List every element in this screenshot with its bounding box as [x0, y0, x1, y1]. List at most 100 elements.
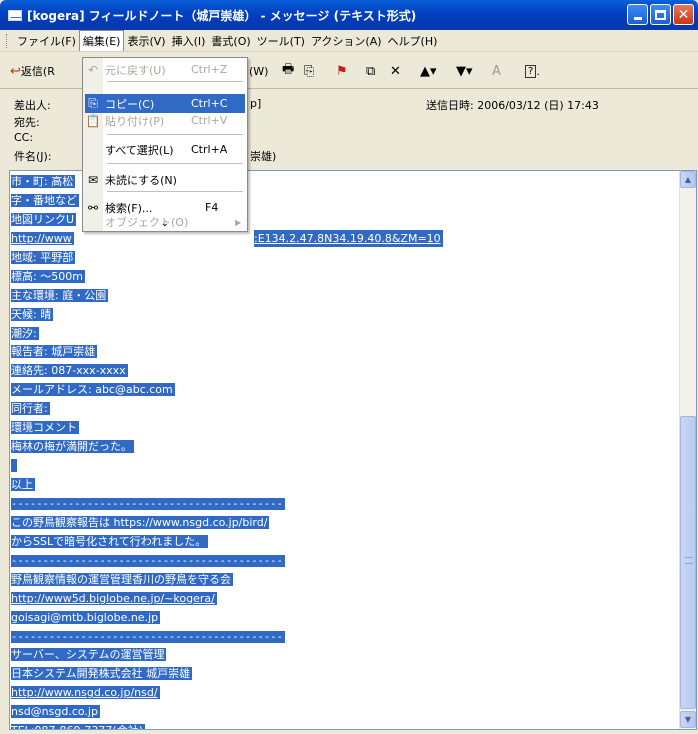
font-size-button[interactable]: A: [492, 61, 501, 81]
menu-help[interactable]: ヘルプ(H): [385, 31, 441, 51]
flag-button[interactable]: ⚑: [336, 61, 348, 81]
from-label: 差出人:: [14, 99, 51, 112]
move-folder-icon: ⧉: [366, 63, 376, 79]
menu-file[interactable]: ファイル(F): [14, 31, 79, 51]
body-line: http://www :E134.2.47.8N34.19.40.8&ZM=10: [11, 229, 443, 249]
undo-shortcut: Ctrl+Z: [191, 63, 228, 76]
help-suffix: .: [536, 64, 540, 78]
menu-mark-unread[interactable]: ✉ 未読にする(N): [85, 170, 245, 189]
body-line-text: 報告者: 城戸崇雄: [11, 345, 98, 359]
menu-insert[interactable]: 挿入(I): [169, 31, 209, 51]
edit-menu: ↶ 元に戻す(U) Ctrl+Z ⎘ コピー(C) Ctrl+C 📋 貼り付け(…: [82, 57, 248, 232]
body-line-text: [11, 459, 17, 473]
scroll-up-icon: ▲: [684, 175, 692, 184]
body-line-text: メールアドレス: abc@abc.com: [11, 383, 175, 397]
body-line: この野鳥観察報告は https://www.nsgd.co.jp/bird/: [11, 514, 285, 533]
menu-actions[interactable]: アクション(A): [308, 31, 385, 51]
body-line-text[interactable]: http://www: [11, 231, 74, 245]
body-line-text: 同行者:: [11, 402, 50, 416]
menu-undo[interactable]: ↶ 元に戻す(U) Ctrl+Z: [85, 60, 245, 79]
next-item-button[interactable]: ▼▾: [456, 61, 473, 81]
body-line-text: 標高: ～500m: [11, 269, 85, 283]
body-line: 潮汐:: [11, 325, 285, 344]
envelope-icon: ✉: [87, 172, 99, 187]
subject-value: 崇雄): [250, 150, 277, 163]
menu-separator: [107, 191, 243, 192]
down-arrow-icon: ▼▾: [456, 63, 473, 79]
body-line: サーバー、システムの運営管理: [11, 646, 285, 665]
up-arrow-icon: ▲▾: [420, 63, 437, 79]
body-line-text: 日本システム開発株式会社 城戸崇雄: [11, 667, 193, 681]
previous-item-button[interactable]: ▲▾: [420, 61, 437, 81]
paste-shortcut: Ctrl+V: [191, 114, 228, 127]
menu-tools[interactable]: ツール(T): [254, 31, 308, 51]
scroll-down-button[interactable]: ▼: [680, 711, 696, 728]
delete-button[interactable]: ✕: [390, 61, 401, 81]
move-folder-button[interactable]: ⧉: [366, 61, 375, 81]
scroll-up-button[interactable]: ▲: [680, 171, 696, 188]
menu-grip: [6, 34, 9, 48]
reply-label: 返信(R: [20, 65, 55, 78]
vertical-scrollbar[interactable]: ▲ ▼: [679, 171, 696, 729]
body-line-text: nsd@nsgd.co.jp: [11, 705, 100, 719]
close-icon: ✕: [677, 6, 690, 23]
copy-shortcut: Ctrl+C: [191, 97, 228, 110]
menu-edit[interactable]: 編集(E): [78, 30, 125, 51]
menu-select-all[interactable]: すべて選択(L) Ctrl+A: [85, 140, 245, 159]
delete-icon: ✕: [390, 63, 401, 79]
body-line-text: サーバー、システムの運営管理: [11, 648, 167, 662]
body-line: メールアドレス: abc@abc.com: [11, 381, 285, 400]
window-title: [kogera] フィールドノート（城戸崇雄） - メッセージ (テキスト形式): [27, 8, 417, 23]
paste-label: 貼り付け(P): [105, 114, 165, 128]
body-line-text: 字・番地など: [11, 193, 79, 207]
maximize-icon: [655, 9, 666, 20]
body-line: ----------------------------------------…: [11, 628, 285, 647]
body-line-text[interactable]: http://www.nsgd.co.jp/nsd/: [11, 686, 160, 700]
scroll-down-icon: ▼: [684, 715, 692, 724]
body-line-link-tail[interactable]: :E134.2.47.8N34.19.40.8&ZM=10: [254, 229, 443, 247]
minimize-button[interactable]: [627, 4, 648, 25]
body-line: ----------------------------------------…: [11, 495, 285, 514]
menu-expand-icon[interactable]: ⌄: [83, 218, 247, 229]
body-line-text[interactable]: http://www5d.biglobe.ne.jp/~kogera/: [11, 591, 217, 605]
body-line-text: 野鳥観察情報の運営管理香川の野鳥を守る会: [11, 572, 233, 586]
font-size-icon: A: [492, 63, 501, 79]
body-line-text: ----------------------------------------…: [11, 497, 285, 510]
menu-separator: [107, 81, 243, 82]
scroll-thumb[interactable]: [680, 416, 696, 709]
print-button[interactable]: 🖶: [282, 61, 294, 81]
menu-view[interactable]: 表示(V): [124, 31, 168, 51]
body-line: [11, 457, 285, 476]
body-line: 以上: [11, 476, 285, 495]
maximize-button[interactable]: [650, 4, 671, 25]
body-line-text: TEL:087-869-7377(会社): [11, 724, 146, 729]
help-icon: ?: [525, 64, 537, 78]
body-line: 報告者: 城戸崇雄: [11, 343, 285, 362]
body-line-text: からSSLで暗号化されて行われました。: [11, 534, 209, 548]
copy-icon: ⎘: [304, 63, 315, 79]
body-line: ----------------------------------------…: [11, 552, 285, 571]
body-line-text: 市・町: 高松: [11, 175, 76, 188]
body-line: 野鳥観察情報の運営管理香川の野鳥を守る会: [11, 571, 285, 590]
body-line-text: 梅林の梅が満開だった。: [11, 440, 134, 454]
sent-date: 送信日時: 2006/03/12 (日) 17:43: [426, 99, 599, 112]
message-body[interactable]: 市・町: 高松 字・番地など 地図リンクU http://www:E134.2.47.…: [9, 170, 697, 730]
body-line-text: 環境コメント: [11, 421, 79, 435]
forward-partial-label: (W): [249, 64, 269, 78]
body-lines: 市・町: 高松 字・番地など 地図リンクU http://www:E134.2.47.…: [11, 173, 443, 729]
reply-icon: ↩: [10, 63, 21, 79]
menu-paste[interactable]: 📋 貼り付け(P) Ctrl+V: [85, 111, 245, 130]
message-icon: [8, 9, 22, 21]
body-line: nsd@nsgd.co.jp: [11, 703, 285, 722]
undo-icon: ↶: [87, 62, 99, 77]
reply-button[interactable]: ↩ 返信(R: [10, 61, 55, 81]
copy-toolbar-button[interactable]: ⎘: [304, 61, 314, 81]
menu-format[interactable]: 書式(O): [208, 31, 253, 51]
menu-separator: [107, 134, 243, 135]
close-button[interactable]: ✕: [673, 4, 694, 25]
forward-partial-button[interactable]: (W): [249, 61, 268, 81]
print-icon: 🖶: [282, 62, 295, 77]
undo-label: 元に戻す(U): [105, 63, 166, 77]
copy-label: コピー(C): [105, 97, 155, 111]
help-button[interactable]: ? .: [525, 61, 540, 81]
